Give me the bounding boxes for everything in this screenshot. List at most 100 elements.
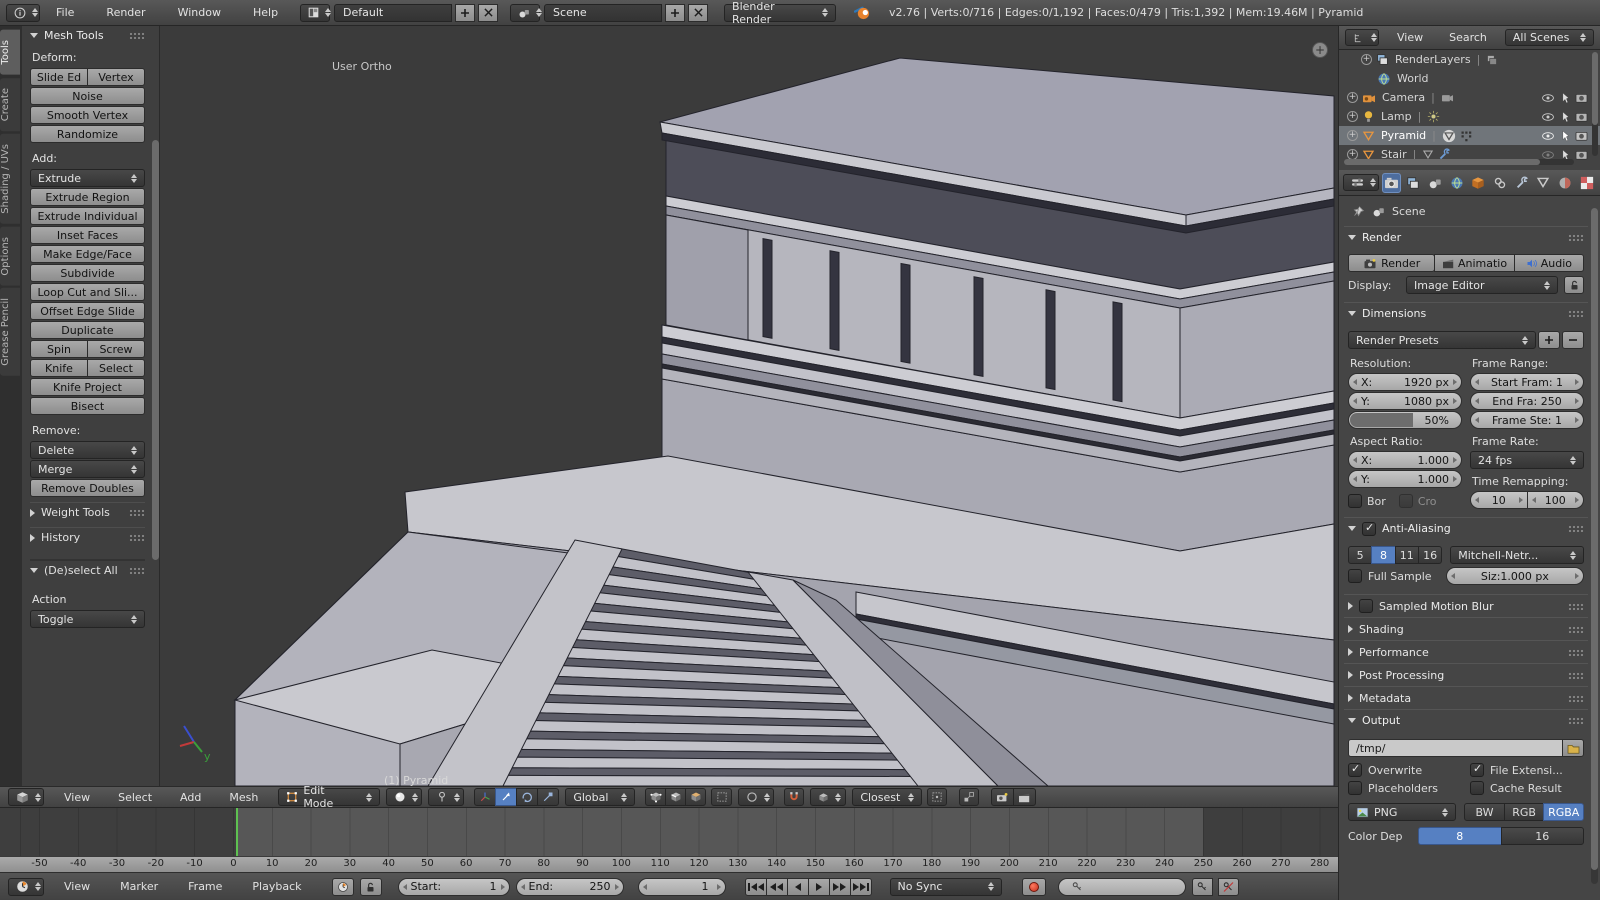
- outliner-vertical-scrollbar[interactable]: [1592, 52, 1598, 156]
- channels-rgba[interactable]: RGBA: [1543, 803, 1584, 821]
- inset-faces-button[interactable]: Inset Faces: [30, 226, 145, 244]
- proportional-edit-select[interactable]: [738, 788, 774, 806]
- viewport-shading-select[interactable]: [386, 788, 422, 806]
- lock-time-cursor-button[interactable]: [360, 878, 382, 896]
- scale-manipulator[interactable]: [537, 788, 559, 806]
- menu-item[interactable]: Help: [249, 6, 282, 19]
- render-audio-button[interactable]: Audio: [1514, 254, 1584, 272]
- loop-cut-button[interactable]: Loop Cut and Sli...: [30, 283, 145, 301]
- smooth-vertex-button[interactable]: Smooth Vertex: [30, 106, 145, 124]
- editor-type-button[interactable]: [6, 4, 40, 22]
- time-remap-old-field[interactable]: 10: [1470, 491, 1528, 509]
- weight-tools-panel[interactable]: Weight Tools: [30, 502, 145, 522]
- renderable-camera-icon[interactable]: [1575, 92, 1588, 103]
- opengl-render-animation-button[interactable]: [1013, 788, 1036, 806]
- aspect-y-field[interactable]: Y:1.000: [1348, 470, 1462, 488]
- mode-select[interactable]: Edit Mode: [278, 788, 380, 806]
- display-select[interactable]: Image Editor: [1406, 276, 1558, 294]
- deselect-all-panel-header[interactable]: (De)select All: [30, 559, 145, 579]
- remove-preset-button[interactable]: [1562, 331, 1584, 349]
- menu-item[interactable]: View: [60, 791, 94, 804]
- merge-menu-button[interactable]: Merge: [30, 460, 145, 478]
- delete-layout-button[interactable]: [478, 4, 498, 22]
- selectable-cursor-icon[interactable]: [1560, 111, 1570, 123]
- spin-button[interactable]: Spin: [30, 340, 88, 358]
- breadcrumb-context[interactable]: Scene: [1392, 205, 1426, 218]
- timeline-playhead[interactable]: [236, 808, 238, 856]
- channels-bw[interactable]: BW: [1464, 803, 1505, 821]
- collapsed-panel[interactable]: Shading: [1344, 617, 1588, 640]
- insert-keyframe-button[interactable]: [1192, 878, 1213, 896]
- tool-tab[interactable]: Options: [0, 227, 20, 286]
- outliner-row-lamp[interactable]: + Lamp|: [1339, 107, 1600, 126]
- play-button[interactable]: [808, 878, 830, 896]
- motion-blur-checkbox[interactable]: [1359, 599, 1373, 613]
- sync-mode-select[interactable]: No Sync: [890, 878, 1002, 896]
- opengl-render-button[interactable]: [991, 788, 1014, 806]
- expand-icon[interactable]: +: [1347, 130, 1358, 141]
- remove-doubles-button[interactable]: Remove Doubles: [30, 479, 145, 497]
- timeline-ruler[interactable]: -50-40-30-20-100102030405060708090100110…: [0, 856, 1338, 872]
- vertex-select-mode[interactable]: [645, 788, 666, 806]
- jump-to-start-button[interactable]: [745, 878, 767, 896]
- end-frame-field[interactable]: End Fra: 250: [1470, 392, 1584, 410]
- resolution-y-field[interactable]: Y:1080 px: [1348, 392, 1462, 410]
- duplicate-button[interactable]: Duplicate: [30, 321, 145, 339]
- depth-8[interactable]: 8: [1418, 827, 1502, 845]
- knife-project-button[interactable]: Knife Project: [30, 378, 145, 396]
- selectable-cursor-icon[interactable]: [1560, 130, 1570, 142]
- border-checkbox[interactable]: [1348, 494, 1362, 508]
- menu-item[interactable]: Select: [114, 791, 156, 804]
- render-button[interactable]: Render: [1348, 254, 1435, 272]
- display-lock-button[interactable]: [1564, 276, 1584, 294]
- render-panel-header[interactable]: Render: [1344, 226, 1588, 248]
- snap-target-select[interactable]: Closest: [852, 788, 922, 806]
- depth-16[interactable]: 16: [1501, 827, 1585, 845]
- collapsed-panel[interactable]: Metadata: [1344, 686, 1588, 709]
- render-animation-button[interactable]: Animatio: [1434, 254, 1514, 272]
- outliner-display-select[interactable]: [1345, 29, 1379, 46]
- menu-item[interactable]: Marker: [116, 880, 162, 893]
- menu-item[interactable]: Search: [1445, 31, 1491, 44]
- menu-item[interactable]: Frame: [184, 880, 226, 893]
- tool-tab[interactable]: Create: [0, 78, 20, 131]
- channels-rgb[interactable]: RGB: [1504, 803, 1545, 821]
- auto-keyframe-record-button[interactable]: [1022, 878, 1046, 896]
- keying-set-field[interactable]: [1058, 878, 1186, 896]
- tab-constraints[interactable]: [1491, 173, 1510, 193]
- visibility-eye-icon[interactable]: [1541, 150, 1555, 160]
- visibility-eye-icon[interactable]: [1541, 112, 1555, 122]
- play-reverse-button[interactable]: [787, 878, 809, 896]
- jump-to-end-button[interactable]: [850, 878, 872, 896]
- current-frame-field[interactable]: 1: [638, 878, 726, 896]
- aa-samples-5[interactable]: 5: [1348, 546, 1372, 564]
- aa-filter-select[interactable]: Mitchell-Netr...: [1450, 546, 1584, 564]
- noise-button[interactable]: Noise: [30, 87, 145, 105]
- expand-icon[interactable]: +: [1347, 111, 1358, 122]
- face-select-mode[interactable]: [685, 788, 706, 806]
- vertex-slide-button[interactable]: Vertex: [87, 68, 145, 86]
- end-frame-field[interactable]: End:250: [516, 878, 624, 896]
- visibility-eye-icon[interactable]: [1541, 131, 1555, 141]
- renderable-camera-icon[interactable]: [1575, 130, 1588, 141]
- menu-item[interactable]: View: [1393, 31, 1427, 44]
- renderable-camera-icon[interactable]: [1575, 149, 1588, 160]
- delete-menu-button[interactable]: Delete: [30, 441, 145, 459]
- motion-blur-panel[interactable]: Sampled Motion Blur: [1344, 594, 1588, 617]
- add-preset-button[interactable]: [1538, 331, 1560, 349]
- extrude-menu-button[interactable]: Extrude: [30, 169, 145, 187]
- browse-folder-button[interactable]: [1562, 739, 1584, 757]
- edge-select-mode[interactable]: [665, 788, 686, 806]
- tab-texture[interactable]: [1577, 173, 1596, 193]
- extrude-individual-button[interactable]: Extrude Individual: [30, 207, 145, 225]
- snap-toggle[interactable]: [784, 788, 804, 806]
- history-panel[interactable]: History: [30, 527, 145, 547]
- visibility-eye-icon[interactable]: [1541, 93, 1555, 103]
- properties-scrollbar[interactable]: [1591, 208, 1598, 884]
- frame-rate-select[interactable]: 24 fps: [1470, 451, 1584, 469]
- screen-layout-name[interactable]: Default: [334, 4, 452, 22]
- menu-item[interactable]: Add: [176, 791, 205, 804]
- cache-result-checkbox[interactable]: [1470, 781, 1484, 795]
- menu-item[interactable]: Playback: [248, 880, 305, 893]
- full-sample-checkbox[interactable]: [1348, 569, 1362, 583]
